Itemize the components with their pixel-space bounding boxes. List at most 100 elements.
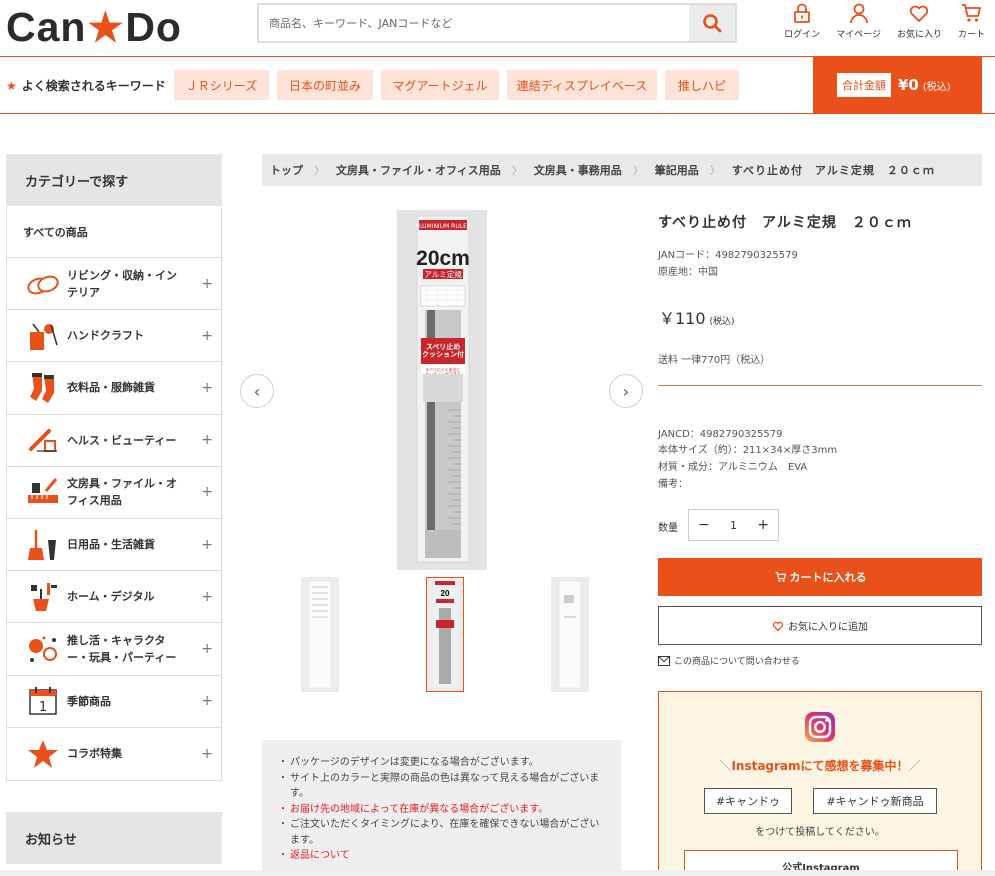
- thumbnail-1[interactable]: [301, 577, 339, 692]
- category-item-living[interactable]: リビング・収納・インテリア +: [7, 258, 221, 311]
- category-all[interactable]: すべての商品: [7, 206, 221, 258]
- contact-link[interactable]: この商品について問い合わせる: [658, 654, 800, 667]
- category-item-seasonal[interactable]: 1 季節商品 +: [7, 676, 221, 728]
- expand-plus-icon[interactable]: +: [201, 641, 213, 657]
- breadcrumb-separator-icon: 〉: [511, 164, 523, 177]
- instagram-heading: ＼Instagramにて感想を募集中！／: [659, 757, 981, 774]
- keyword-chip-townscape[interactable]: 日本の町並み: [277, 70, 373, 100]
- category-item-oshikatsu[interactable]: 推し活・キャラクター・玩具・パーティー +: [7, 623, 221, 676]
- quantity-stepper: − 1 +: [688, 509, 779, 541]
- expand-plus-icon[interactable]: +: [201, 432, 213, 448]
- expand-plus-icon[interactable]: +: [201, 537, 213, 553]
- category-item-clothing[interactable]: 衣料品・服飾雑貨 +: [7, 362, 221, 415]
- search-button[interactable]: [689, 5, 735, 41]
- thumbnail-2[interactable]: 20: [426, 577, 464, 692]
- thumbnail-3[interactable]: [551, 577, 589, 692]
- horizontal-scrollbar[interactable]: [0, 870, 995, 876]
- keyword-title-text: よく検索されるキーワード: [21, 79, 166, 93]
- home-tools-icon: [21, 581, 65, 613]
- keyword-chip-jr[interactable]: ＪＲシリーズ: [174, 70, 269, 100]
- category-list: すべての商品 リビング・収納・インテリア + ハンドクラフト + 衣料品・服飾雑…: [6, 206, 222, 781]
- keyword-bar: ★ よく検索されるキーワード ＪＲシリーズ 日本の町並み マグアートジェル 連結…: [0, 56, 995, 114]
- breadcrumb-separator-icon: 〉: [314, 164, 325, 177]
- notice-item: ご注文いただくタイミングにより、在庫を確保できない場合がございます。: [278, 817, 607, 848]
- category-sidebar: カテゴリーで探す すべての商品 リビング・収納・インテリア + ハンドクラフト …: [6, 154, 222, 781]
- keyword-chip-oshihapi[interactable]: 推しハピ: [665, 70, 739, 100]
- breadcrumb-current: すべり止め付 アルミ定規 ２０ｃｍ: [731, 164, 935, 177]
- nav-login-label: ログイン: [784, 30, 821, 40]
- category-item-daily[interactable]: 日用品・生活雑貨 +: [7, 519, 221, 572]
- gallery-next-button[interactable]: ›: [609, 374, 643, 408]
- header-nav: ログイン マイページ お気に入り カート: [768, 2, 985, 40]
- expand-plus-icon[interactable]: +: [201, 380, 213, 396]
- news-heading: お知らせ: [6, 812, 222, 864]
- add-to-favorite-button[interactable]: お気に入りに追加: [658, 606, 982, 645]
- expand-plus-icon[interactable]: +: [201, 484, 213, 500]
- gallery-prev-button[interactable]: ‹: [240, 374, 274, 408]
- price-tax: (税込): [709, 317, 735, 327]
- breadcrumb-office[interactable]: 文房具・事務用品: [534, 162, 622, 178]
- add-to-cart-button[interactable]: カートに入れる: [658, 558, 982, 596]
- cart-total[interactable]: 合計金額 ¥0 (税込): [813, 57, 982, 113]
- nav-login[interactable]: ログイン: [784, 2, 820, 40]
- category-item-beauty[interactable]: ヘルス・ビューティー +: [7, 415, 221, 467]
- keyword-star-icon: ★: [6, 78, 17, 93]
- logo-text-can: Can: [6, 4, 87, 50]
- contact-label: この商品について問い合わせる: [674, 657, 800, 667]
- slash-right-icon: ／: [908, 759, 921, 773]
- quantity-decrease-button[interactable]: −: [698, 517, 710, 533]
- category-item-handcraft[interactable]: ハンドクラフト +: [7, 310, 221, 363]
- nav-favorites[interactable]: お気に入り: [897, 2, 942, 40]
- main-product-photo[interactable]: ALUMINIUM RULER 20cm アルミ定規 スベリ止めクッション付 ス…: [397, 210, 487, 570]
- expand-plus-icon[interactable]: +: [201, 589, 213, 605]
- keyword-chip-magart[interactable]: マグアートジェル: [381, 70, 499, 100]
- broom-icon: [21, 528, 65, 562]
- category-item-stationery[interactable]: 文房具・ファイル・オフィス用品 +: [7, 467, 221, 519]
- nav-cart-label: カート: [957, 30, 985, 40]
- expand-plus-icon[interactable]: +: [201, 328, 213, 344]
- slash-left-icon: ＼: [719, 759, 732, 773]
- add-to-cart-label: カートに入れる: [789, 571, 867, 584]
- quantity-value[interactable]: 1: [730, 519, 737, 532]
- divider: [658, 385, 982, 386]
- category-label: リビング・収納・インテリア: [67, 268, 177, 299]
- add-to-favorite-label: お気に入りに追加: [788, 622, 868, 633]
- package-type-text: アルミ定規: [424, 269, 462, 279]
- site-logo[interactable]: Can ★ Do: [6, 4, 182, 51]
- cart-total-label: 合計金額: [837, 73, 891, 97]
- breadcrumb-top[interactable]: トップ: [270, 162, 303, 178]
- spec-jan: JANCD：4982790325579: [658, 429, 783, 440]
- shipping-info: 送料 一律770円（税込）: [658, 355, 771, 366]
- lock-icon: [794, 3, 811, 23]
- breadcrumb-writing[interactable]: 筆記用品: [655, 162, 699, 178]
- cart-icon: [962, 4, 982, 22]
- hashtag-candoo-new[interactable]: #キャンドゥ新商品: [813, 788, 937, 814]
- chevron-left-icon: ‹: [253, 381, 261, 401]
- category-label: ホーム・デジタル: [67, 590, 155, 604]
- quantity-increase-button[interactable]: +: [757, 517, 769, 533]
- product-jan: JANコード：4982790325579: [658, 250, 798, 261]
- nav-favorites-label: お気に入り: [896, 30, 942, 40]
- spec-material: 材質・成分：アルミニウム EVA: [658, 462, 808, 473]
- socks-icon: [21, 371, 65, 405]
- stationery-icon: [21, 477, 65, 507]
- category-item-home-digital[interactable]: ホーム・デジタル +: [7, 571, 221, 624]
- expand-plus-icon[interactable]: +: [201, 693, 213, 709]
- party-icon: [21, 634, 65, 664]
- hashtag-candoo[interactable]: #キャンドゥ: [704, 788, 792, 814]
- expand-plus-icon[interactable]: +: [201, 746, 213, 762]
- category-label: 推し活・キャラクター・玩具・パーティー: [67, 633, 177, 664]
- category-item-collab[interactable]: コラボ特集 +: [7, 728, 221, 780]
- breadcrumb: トップ 〉 文房具・ファイル・オフィス用品 〉 文房具・事務用品 〉 筆記用品 …: [262, 154, 982, 186]
- nav-cart[interactable]: カート: [958, 2, 985, 40]
- notice-item: パッケージのデザインは変更になる場合がございます。: [278, 755, 607, 771]
- breadcrumb-stationery[interactable]: 文房具・ファイル・オフィス用品: [336, 162, 501, 178]
- expand-plus-icon[interactable]: +: [201, 276, 213, 292]
- keyword-chip-display-base[interactable]: 連結ディスプレイベース: [507, 70, 657, 100]
- search-input[interactable]: [259, 5, 689, 41]
- returns-link[interactable]: 返品について: [278, 848, 607, 864]
- spec-size: 本体サイズ（約）：211×34×厚さ3mm: [658, 445, 838, 456]
- nav-mypage[interactable]: マイページ: [836, 2, 881, 40]
- svg-text:1: 1: [39, 700, 47, 715]
- mail-icon: [658, 655, 670, 666]
